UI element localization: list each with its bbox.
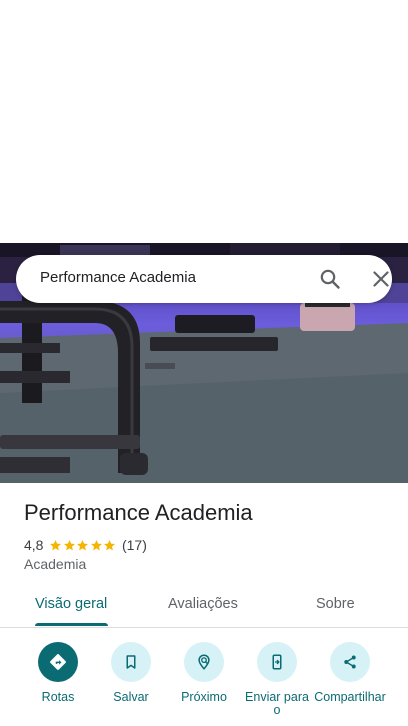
star-icon (50, 539, 62, 550)
active-tab-indicator (35, 623, 108, 626)
bookmark-icon[interactable] (111, 642, 151, 682)
tab-overview[interactable]: Visão geral (35, 596, 107, 612)
directions-button[interactable]: Rotas (21, 642, 95, 704)
send-to-phone-button[interactable]: Enviar para o (240, 642, 314, 717)
search-input[interactable]: Performance Academia (40, 269, 196, 286)
rating-row[interactable]: 4,8 (17) (24, 536, 147, 554)
directions-label: Rotas (41, 690, 75, 704)
tab-bar: Visão geral Avaliações Sobre (0, 583, 408, 628)
save-button[interactable]: Salvar (94, 642, 168, 704)
place-page: Performance Academia Performance Academi… (0, 0, 408, 726)
place-category[interactable]: Academia (24, 556, 86, 572)
tab-reviews[interactable]: Avaliações (168, 596, 238, 612)
star-icon (104, 539, 116, 550)
place-title: Performance Academia (24, 500, 253, 525)
nearby-label: Próximo (181, 690, 227, 704)
share-icon[interactable] (330, 642, 370, 682)
close-icon[interactable] (369, 267, 393, 291)
nearby-button[interactable]: Próximo (167, 642, 241, 704)
star-icon (91, 539, 102, 550)
share-button[interactable]: Compartilhar (313, 642, 387, 704)
rating-value: 4,8 (24, 537, 44, 553)
star-icon (64, 539, 75, 550)
send-to-phone-label: Enviar para o (245, 690, 309, 717)
tab-about[interactable]: Sobre (316, 596, 355, 612)
tabs-divider (0, 627, 408, 628)
star-icon (77, 539, 89, 550)
search-bar[interactable]: Performance Academia (16, 255, 392, 303)
directions-icon[interactable] (38, 642, 78, 682)
save-label: Salvar (113, 690, 149, 704)
nearby-icon[interactable] (184, 642, 224, 682)
send-to-phone-icon[interactable] (257, 642, 297, 682)
share-label: Compartilhar (314, 690, 386, 704)
rating-stars (49, 539, 117, 552)
search-icon[interactable] (318, 267, 342, 291)
reviews-count: (17) (121, 537, 147, 553)
